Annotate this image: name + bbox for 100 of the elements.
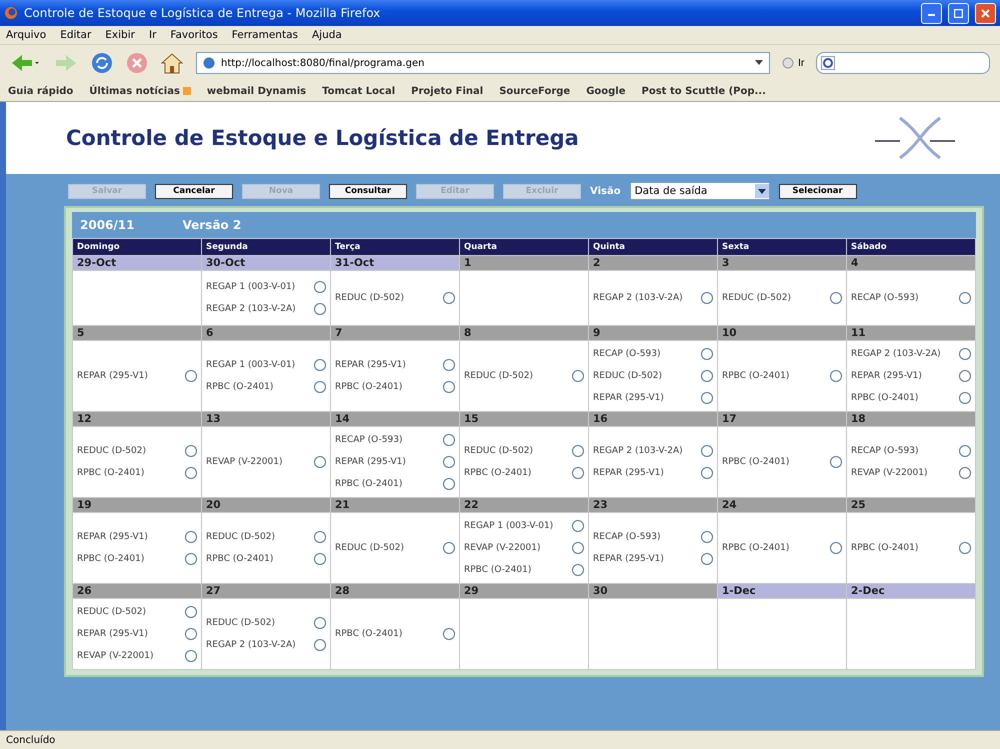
radio-button[interactable] (185, 445, 197, 457)
radio-button[interactable] (314, 303, 326, 315)
radio-button[interactable] (314, 359, 326, 371)
radio-button[interactable] (959, 292, 971, 304)
entry-label: RPBC (O-2401) (851, 542, 918, 554)
entry-label: REVAP (V-22001) (206, 456, 282, 468)
radio-button[interactable] (959, 392, 971, 404)
day-header: Quarta (460, 239, 588, 255)
maximize-icon (954, 8, 963, 18)
view-select[interactable]: Data de saída (630, 182, 770, 200)
radio-button[interactable] (443, 456, 455, 468)
date-cell: 5 (73, 326, 201, 340)
radio-button[interactable] (572, 370, 584, 382)
date-cell: 11 (847, 326, 975, 340)
date-cell: 29 (460, 584, 588, 598)
address-input[interactable]: http://localhost:8080/final/programa.gen (221, 58, 749, 68)
bookmark-link[interactable]: SourceForge (499, 86, 570, 96)
menu-item[interactable]: Ferramentas (232, 29, 298, 41)
bookmark-link[interactable]: Post to Scuttle (Pop... (642, 86, 766, 96)
entry-label: RPBC (O-2401) (77, 554, 144, 564)
radio-button[interactable] (572, 467, 584, 479)
radio-button[interactable] (572, 542, 584, 554)
radio-button[interactable] (314, 456, 326, 468)
back-arrow-icon[interactable] (10, 53, 40, 73)
radio-button[interactable] (314, 531, 326, 543)
bookmark-link[interactable]: Tomcat Local (322, 86, 396, 96)
radio-button[interactable] (572, 445, 584, 457)
search-field[interactable] (816, 52, 990, 74)
radio-button[interactable] (185, 606, 197, 618)
radio-button[interactable] (185, 370, 197, 382)
radio-button[interactable] (959, 370, 971, 382)
date-cell: 14 (331, 412, 459, 426)
toolbar-button[interactable]: Consultar (329, 184, 407, 198)
radio-button[interactable] (443, 434, 455, 446)
bookmark-link[interactable]: Projeto Final (411, 86, 484, 96)
menu-item[interactable]: Favoritos (170, 29, 218, 41)
entry-label: REPAR (295-V1) (593, 554, 664, 564)
entry-label: REVAP (V-22001) (77, 650, 154, 662)
radio-button[interactable] (830, 456, 842, 468)
radio-button[interactable] (185, 628, 197, 640)
address-field[interactable]: http://localhost:8080/final/programa.gen (196, 52, 770, 74)
entry-label: RPBC (O-2401) (335, 382, 402, 392)
menu-item[interactable]: Editar (60, 29, 92, 41)
radio-button[interactable] (185, 553, 197, 565)
radio-button[interactable] (701, 445, 713, 457)
radio-button[interactable] (314, 617, 326, 629)
radio-button[interactable] (185, 467, 197, 479)
home-icon[interactable] (160, 52, 184, 74)
reload-icon[interactable] (90, 51, 114, 75)
radio-button[interactable] (701, 392, 713, 404)
go-button[interactable]: Ir (782, 57, 804, 69)
bookmark-link[interactable]: Guia rápido (8, 86, 74, 96)
bookmark-link[interactable]: Google (586, 86, 626, 96)
radio-button[interactable] (185, 650, 197, 662)
date-cell: 1 (460, 256, 588, 270)
radio-button[interactable] (314, 381, 326, 393)
radio-button[interactable] (314, 281, 326, 293)
radio-button[interactable] (701, 553, 713, 565)
radio-button[interactable] (185, 531, 197, 543)
radio-button[interactable] (959, 348, 971, 360)
minimize-button[interactable] (921, 2, 942, 24)
radio-button[interactable] (443, 292, 455, 304)
radio-button[interactable] (830, 292, 842, 304)
date-cell: 3 (718, 256, 846, 270)
menu-item[interactable]: Ir (148, 29, 156, 41)
radio-button[interactable] (572, 520, 584, 532)
radio-button[interactable] (830, 542, 842, 554)
entry-label: REDUC (D-502) (206, 618, 275, 628)
bookmark-link[interactable]: webmail Dynamis (206, 86, 306, 96)
radio-button[interactable] (959, 445, 971, 457)
radio-button[interactable] (314, 553, 326, 565)
radio-button[interactable] (701, 370, 713, 382)
entry-label: REVAP (V-22001) (851, 468, 928, 478)
date-cell: 27 (202, 584, 330, 598)
radio-button[interactable] (701, 531, 713, 543)
radio-button[interactable] (443, 542, 455, 554)
maximize-button[interactable] (948, 2, 969, 24)
radio-button[interactable] (572, 564, 584, 576)
radio-button[interactable] (701, 467, 713, 479)
menu-item[interactable]: Exibir (105, 29, 135, 41)
entry-label: RPBC (O-2401) (464, 564, 532, 576)
menu-item[interactable]: Arquivo (6, 29, 46, 41)
radio-button[interactable] (443, 628, 455, 640)
radio-button[interactable] (314, 639, 326, 651)
radio-button[interactable] (959, 542, 971, 554)
toolbar-button[interactable]: Cancelar (155, 184, 233, 198)
select-button[interactable]: Selecionar (778, 184, 857, 198)
entry-label: REPAR (295-V1) (77, 628, 148, 640)
radio-button[interactable] (701, 292, 713, 304)
radio-button[interactable] (443, 381, 455, 393)
radio-button[interactable] (830, 370, 842, 382)
menu-item[interactable]: Ajuda (312, 29, 342, 41)
entry-label: RECAP (O-593) (851, 292, 918, 304)
close-button[interactable] (975, 2, 996, 24)
bookmark-link[interactable]: Últimas notícias (89, 86, 191, 96)
radio-button[interactable] (443, 478, 455, 490)
radio-button[interactable] (443, 359, 455, 371)
radio-button[interactable] (959, 467, 971, 479)
radio-button[interactable] (701, 348, 713, 360)
date-cell: 26 (73, 584, 201, 598)
